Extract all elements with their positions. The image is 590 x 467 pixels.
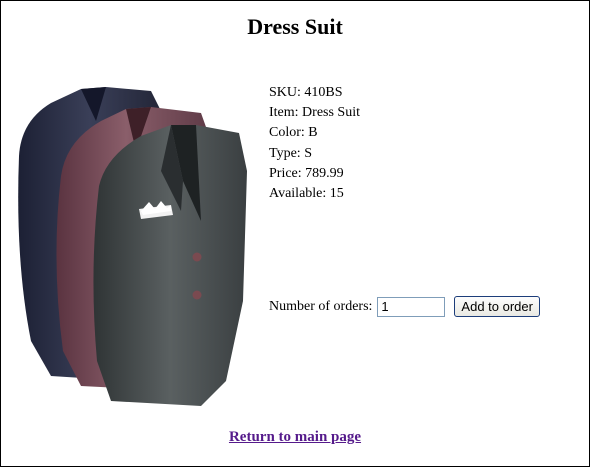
sku-value: 410BS (304, 85, 343, 100)
price-label: Price: (269, 165, 302, 181)
page-frame: Dress Suit SKU: 410BS Item: Dress Suit C… (0, 0, 590, 467)
available-row: Available: 15 (269, 184, 360, 204)
price-value: 789.99 (305, 165, 344, 181)
add-to-order-button[interactable]: Add to order (454, 296, 540, 317)
orders-label: Number of orders: (269, 298, 373, 314)
type-label: Type: (269, 145, 301, 161)
item-label: Item: (269, 105, 299, 121)
color-label: Color: (269, 125, 305, 141)
type-value: S (304, 145, 312, 161)
sku-row: SKU: 410BS (269, 83, 360, 103)
suit-jackets-image (11, 81, 251, 411)
return-to-main-link[interactable]: Return to main page (229, 429, 361, 445)
available-value: 15 (329, 186, 344, 202)
page-title: Dress Suit (247, 14, 343, 39)
item-row: Item: Dress Suit (269, 103, 360, 123)
quantity-input[interactable] (377, 296, 446, 317)
type-row: Type: S (269, 144, 360, 164)
product-details: SKU: 410BS Item: Dress Suit Color: B Typ… (269, 83, 360, 204)
order-form: Number of orders: Add to order (269, 296, 540, 317)
price-row: Price: 789.99 (269, 164, 360, 184)
color-value: B (308, 125, 318, 141)
item-value: Dress Suit (302, 105, 360, 121)
color-row: Color: B (269, 123, 360, 143)
sku-label: SKU: (269, 85, 301, 100)
return-link-container: Return to main page (1, 429, 589, 446)
available-label: Available: (269, 186, 327, 202)
charcoal-jacket-shape (93, 125, 247, 406)
